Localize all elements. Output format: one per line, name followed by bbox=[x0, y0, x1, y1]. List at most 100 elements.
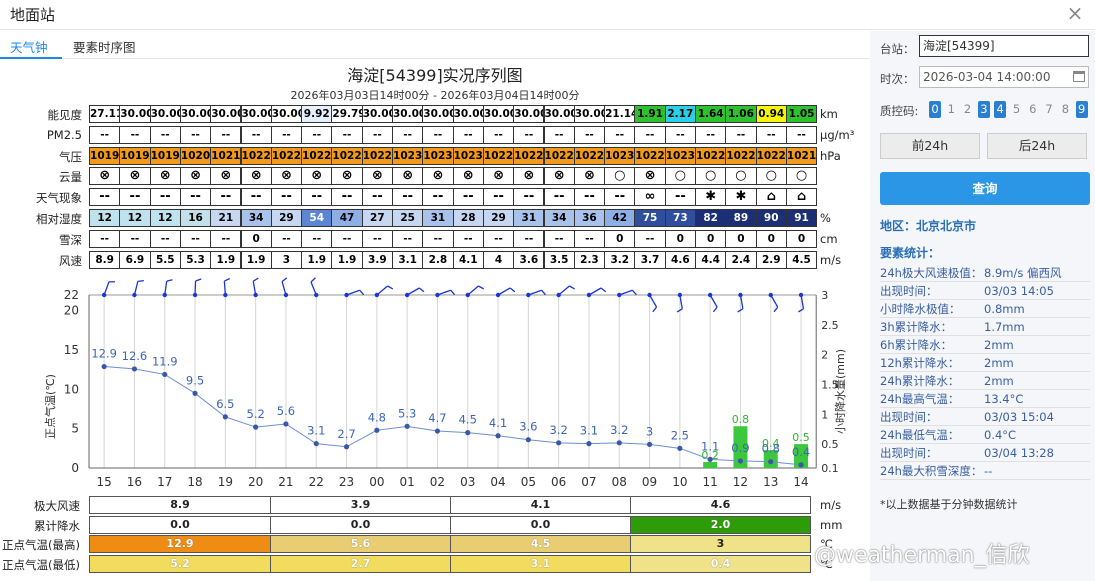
table-cell: 3.5 bbox=[543, 250, 575, 269]
stats-row: 24h最低气温： 0.4°C bbox=[880, 426, 1090, 444]
table-cell: 30.00 bbox=[361, 105, 393, 123]
table-cell: ⊗ bbox=[513, 167, 545, 186]
qc-code[interactable]: 3 bbox=[977, 101, 990, 118]
stats-key: 出现时间： bbox=[880, 284, 938, 298]
qc-code[interactable]: 2 bbox=[962, 101, 974, 118]
stats-key: 24h最低气温： bbox=[880, 428, 960, 442]
qc-code[interactable]: 6 bbox=[1027, 101, 1039, 118]
temperature-label: 5.6 bbox=[277, 404, 295, 418]
tab-element-series[interactable]: 要素时序图 bbox=[73, 37, 136, 56]
close-icon[interactable]: × bbox=[1065, 3, 1085, 23]
table-cell: 0 bbox=[604, 229, 636, 248]
wind-barb-shaft bbox=[252, 281, 257, 296]
table-cell: 2.8 bbox=[422, 250, 454, 269]
table-cell: -- bbox=[634, 125, 666, 144]
summary-cell: 4.1 bbox=[450, 496, 631, 514]
table-cell: 29 bbox=[482, 209, 515, 227]
stats-title: 要素统计： bbox=[880, 246, 941, 260]
tab-weather-clock[interactable]: 天气钟 bbox=[10, 37, 48, 56]
qc-code[interactable]: 9 bbox=[1075, 101, 1088, 118]
time-value: 2026-03-04 14:00:00 bbox=[923, 70, 1051, 84]
temperature-point bbox=[646, 441, 653, 448]
qc-code[interactable]: 7 bbox=[1043, 101, 1055, 118]
table-cell: ○ bbox=[785, 167, 818, 186]
table-cell: -- bbox=[573, 125, 606, 144]
summary-cell: 3.9 bbox=[270, 496, 451, 514]
temperature-label: 3.6 bbox=[519, 420, 537, 434]
temperature-point bbox=[768, 459, 774, 465]
wind-barb-shaft bbox=[467, 285, 479, 296]
wind-barb-flag bbox=[652, 306, 658, 313]
table-cell: -- bbox=[513, 188, 545, 207]
table-cell: 30.00 bbox=[119, 105, 151, 123]
qc-code[interactable]: 5 bbox=[1011, 101, 1023, 118]
temperature-label: 5.2 bbox=[247, 407, 265, 421]
active-tab-indicator bbox=[0, 57, 62, 59]
table-cell: 1.9 bbox=[240, 250, 272, 269]
stats-row: 12h累计降水： 2mm bbox=[880, 354, 1090, 372]
table-cell: ∞ bbox=[634, 188, 666, 207]
temperature-label: 3.2 bbox=[550, 423, 568, 437]
y-tick-label: 20 bbox=[64, 304, 79, 318]
stats-value: -- bbox=[984, 464, 993, 478]
table-cell: ⊗ bbox=[573, 167, 606, 186]
time-input[interactable]: 2026-03-04 14:00:00 bbox=[919, 66, 1089, 88]
wind-barb-flag bbox=[137, 280, 144, 283]
stats-key: 12h累计降水： bbox=[880, 356, 960, 370]
stats-row: 24h累计降水： 2mm bbox=[880, 372, 1090, 390]
table-cell: -- bbox=[604, 188, 636, 207]
calendar-icon[interactable] bbox=[1073, 71, 1085, 82]
table-cell: 1019 bbox=[89, 146, 121, 165]
table-cell: ⊗ bbox=[270, 167, 303, 186]
qc-code[interactable]: 8 bbox=[1059, 101, 1071, 118]
summary-cell: 8.9 bbox=[89, 496, 271, 514]
table-cell: -- bbox=[119, 188, 151, 207]
row-unit: m/s bbox=[820, 252, 842, 267]
table-cell: -- bbox=[695, 125, 727, 144]
row-label: 天气现象 bbox=[36, 191, 82, 206]
table-cell: -- bbox=[452, 188, 484, 207]
y2-tick-label: 2 bbox=[821, 349, 828, 362]
temperature-line bbox=[104, 366, 802, 466]
row-label: 相对湿度 bbox=[36, 212, 82, 226]
table-cell: -- bbox=[149, 229, 181, 248]
temperature-label: 3.2 bbox=[610, 423, 628, 437]
table-cell: 89 bbox=[725, 209, 757, 227]
wind-barb-flag bbox=[166, 279, 173, 282]
y2-axis-label: 小时降水量(mm) bbox=[833, 349, 847, 434]
x-tick-label: 08 bbox=[612, 475, 627, 489]
stats-value: 8.9m/s 偏西风 bbox=[984, 266, 1062, 280]
qc-code[interactable]: 1 bbox=[945, 101, 957, 118]
table-cell: 1022 bbox=[634, 146, 666, 165]
table-cell: 75 bbox=[634, 209, 666, 227]
temperature-label: 0.4 bbox=[792, 445, 810, 459]
table-cell: 30.00 bbox=[210, 105, 242, 123]
prev-24h-button[interactable]: 前24h bbox=[880, 133, 980, 159]
qc-code[interactable]: 4 bbox=[994, 101, 1007, 118]
query-button[interactable]: 查询 bbox=[880, 172, 1090, 205]
summary-cell: 4.5 bbox=[450, 535, 631, 553]
wind-barb-shaft bbox=[223, 280, 226, 296]
x-tick-label: 00 bbox=[369, 475, 384, 489]
row-unit: cm bbox=[820, 231, 838, 246]
table-cell: 2.3 bbox=[573, 250, 606, 269]
next-24h-button[interactable]: 后24h bbox=[987, 133, 1087, 159]
summary-cell: 4.6 bbox=[630, 496, 811, 514]
station-input[interactable]: 海淀[54399] bbox=[919, 35, 1089, 57]
temperature-label: 4.7 bbox=[428, 411, 446, 425]
qc-code[interactable]: 0 bbox=[929, 101, 941, 118]
table-cell: ⊗ bbox=[482, 167, 515, 186]
table-cell: 1022 bbox=[513, 146, 545, 165]
row-unit: μg/m³ bbox=[820, 127, 855, 142]
wind-barb-shaft bbox=[619, 289, 633, 296]
y-tick-label: 15 bbox=[64, 343, 79, 357]
table-cell: ⊗ bbox=[361, 167, 393, 186]
temperature-label: 9.5 bbox=[186, 373, 204, 387]
temperature-precipitation-chart: 05101520220.10.511.522.53正点气温(℃) 小时降水量(mm… bbox=[43, 277, 847, 489]
chart-title: 海淀[54399]实况序列图 bbox=[347, 66, 523, 85]
table-cell: 25 bbox=[392, 209, 424, 227]
temperature-point bbox=[101, 363, 107, 370]
temperature-point bbox=[798, 462, 804, 468]
x-tick-label: 23 bbox=[339, 475, 354, 489]
x-tick-label: 22 bbox=[309, 475, 324, 489]
